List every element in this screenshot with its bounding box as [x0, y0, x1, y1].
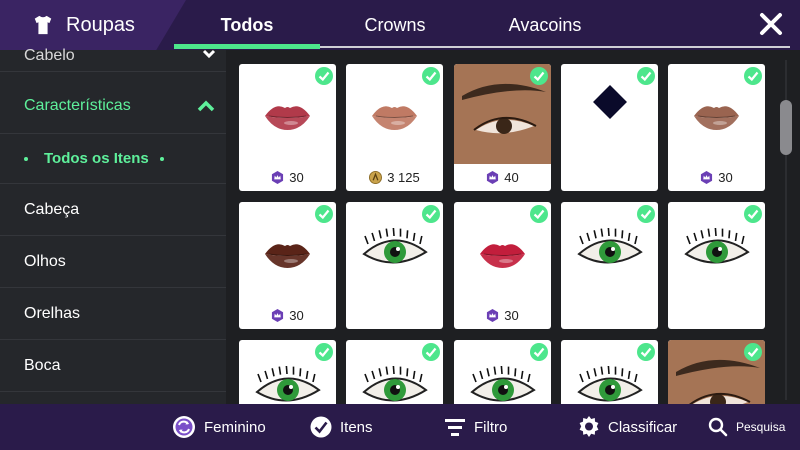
item-card[interactable]	[668, 340, 765, 404]
item-price-value: 40	[504, 170, 519, 185]
owned-check-icon	[744, 205, 762, 223]
owned-check-icon	[530, 343, 548, 361]
sidebar-item-orelhas[interactable]: Orelhas	[0, 288, 226, 340]
sidebar-item-label: Todos os Itens	[44, 150, 149, 167]
item-card[interactable]: 3 125	[346, 64, 443, 191]
search-icon	[708, 417, 728, 437]
tab-crowns[interactable]: Crowns	[320, 0, 470, 50]
items-label: Itens	[340, 418, 373, 436]
item-card[interactable]	[346, 202, 443, 329]
item-card[interactable]	[346, 340, 443, 404]
scrollbar-thumb[interactable]	[780, 100, 792, 155]
item-card[interactable]	[239, 340, 336, 404]
tab-avacoins[interactable]: Avacoins	[470, 0, 620, 50]
bullet-dot	[24, 157, 28, 161]
avacoin-currency-icon	[369, 171, 383, 184]
bullet-dot	[160, 157, 164, 161]
items-filter-button[interactable]: Itens	[310, 404, 373, 450]
item-card[interactable]: 30	[239, 202, 336, 329]
filter-label: Filtro	[474, 418, 508, 436]
owned-check-icon	[315, 205, 333, 223]
item-price: 30	[668, 170, 765, 185]
gender-swap-icon	[173, 416, 195, 438]
item-card[interactable]	[561, 340, 658, 404]
owned-check-icon	[530, 205, 548, 223]
sidebar-item-label: Olhos	[24, 252, 66, 270]
crown-currency-icon	[701, 171, 713, 184]
item-card[interactable]	[454, 340, 551, 404]
badge-star-icon	[579, 416, 599, 437]
gender-label: Feminino	[204, 418, 266, 436]
sidebar-item-cabelo[interactable]: Cabelo	[0, 32, 226, 72]
item-card[interactable]	[561, 202, 658, 329]
sidebar-item-label: Orelhas	[24, 304, 81, 322]
sidebar-item-label: Cabeça	[24, 200, 80, 218]
search-label: Pesquisa	[736, 420, 786, 434]
sidebar-item-olhos[interactable]: Olhos	[0, 236, 226, 288]
item-price: 40	[454, 170, 551, 185]
sort-button[interactable]: Classificar	[578, 404, 677, 450]
crown-currency-icon	[487, 309, 499, 322]
owned-check-icon	[422, 343, 440, 361]
owned-check-icon	[315, 67, 333, 85]
category-sidebar: Cabelo Características Todos os Itens Ca…	[0, 47, 226, 404]
item-price-value: 30	[504, 308, 519, 323]
bottom-toolbar: Feminino Itens Filtro Classificar Pesqui…	[0, 404, 800, 450]
item-price: 3 125	[346, 170, 443, 185]
owned-check-icon	[744, 343, 762, 361]
crown-currency-icon	[272, 309, 284, 322]
item-price-value: 30	[289, 308, 304, 323]
chevron-down-icon	[202, 49, 216, 59]
item-price-value: 3 125	[387, 170, 420, 185]
gender-toggle-button[interactable]: Feminino	[172, 404, 266, 450]
item-card[interactable]: 30	[239, 64, 336, 191]
app-root: Roupas Todos Crowns Avacoins Cabelo Cara…	[0, 0, 800, 450]
owned-check-icon	[637, 343, 655, 361]
sidebar-item-cabeca[interactable]: Cabeça	[0, 184, 226, 236]
sort-label: Classificar	[608, 418, 678, 436]
owned-check-icon	[744, 67, 762, 85]
sidebar-section-caracteristicas[interactable]: Características	[0, 78, 226, 134]
item-card[interactable]: 30	[454, 202, 551, 329]
owned-check-icon	[637, 205, 655, 223]
owned-check-icon	[315, 343, 333, 361]
item-card[interactable]: 30	[668, 64, 765, 191]
owned-check-icon	[422, 67, 440, 85]
sidebar-item-todos-os-itens[interactable]: Todos os Itens	[0, 134, 226, 184]
filter-button[interactable]: Filtro	[444, 404, 507, 450]
filter-icon	[445, 419, 465, 436]
item-card[interactable]	[668, 202, 765, 329]
chevron-up-icon	[197, 100, 215, 111]
owned-check-icon	[422, 205, 440, 223]
search-button[interactable]: Pesquisa	[708, 404, 785, 450]
item-price-value: 30	[289, 170, 304, 185]
check-circle-icon	[310, 416, 332, 438]
item-price-value: 30	[718, 170, 733, 185]
sidebar-section-label: Características	[24, 96, 131, 114]
item-price: 30	[454, 308, 551, 323]
item-price: 30	[239, 170, 336, 185]
owned-check-icon	[530, 67, 548, 85]
item-card[interactable]: 40	[454, 64, 551, 191]
item-price: 30	[239, 308, 336, 323]
owned-check-icon	[637, 67, 655, 85]
close-icon[interactable]	[758, 11, 784, 37]
sidebar-item-label: Boca	[24, 356, 61, 374]
crown-currency-icon	[487, 171, 499, 184]
sidebar-item-label: Cabelo	[24, 47, 75, 64]
item-card[interactable]	[561, 64, 658, 191]
sidebar-item-boca[interactable]: Boca	[0, 340, 226, 392]
crown-currency-icon	[272, 171, 284, 184]
item-grid: 30 3 125 40 30 30 30	[226, 50, 800, 404]
